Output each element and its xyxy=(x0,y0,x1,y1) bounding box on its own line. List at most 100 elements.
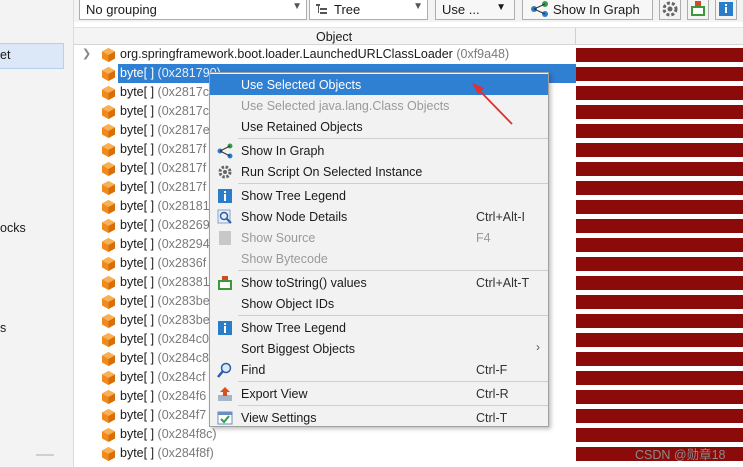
row-address: (0x283be xyxy=(157,294,210,308)
chevron-right-icon[interactable]: ❯ xyxy=(82,47,91,60)
row-label: byte[ ] (0x281790) xyxy=(120,66,221,80)
menu-item-show-object-ids[interactable]: Show Object IDs xyxy=(210,293,548,314)
view-mode-select[interactable]: Tree ▼ xyxy=(309,0,428,20)
row-address: (0x28181 xyxy=(157,199,210,213)
menu-item-show-tostring[interactable]: Show toString() values Ctrl+Alt-T xyxy=(210,272,548,293)
object-cube-icon xyxy=(102,352,115,366)
sidebar-item[interactable]: ocks xyxy=(0,221,26,235)
menu-item-label: Show Bytecode xyxy=(241,252,328,266)
column-separator[interactable] xyxy=(575,28,576,45)
menu-item-use-selected-objects[interactable]: Use Selected Objects xyxy=(210,74,548,95)
row-label: byte[ ] (0x284c0 xyxy=(120,332,209,346)
object-cube-icon xyxy=(102,67,115,81)
menu-item-label: Show Tree Legend xyxy=(241,321,346,335)
show-in-graph-button[interactable]: Show In Graph xyxy=(522,0,653,20)
info-icon[interactable] xyxy=(715,0,737,20)
use-button-label: Use ... xyxy=(442,2,480,17)
row-class-name: byte[ ] xyxy=(120,294,155,308)
row-label: byte[ ] (0x2836f xyxy=(120,256,206,270)
sidebar-item[interactable]: s xyxy=(0,321,6,335)
menu-item-label: Export View xyxy=(241,387,308,401)
row-address: (0x2836f xyxy=(157,256,207,270)
menu-item-show-in-graph[interactable]: Show In Graph xyxy=(210,140,548,161)
sidebar-item-label: s xyxy=(0,321,7,335)
row-address: (0xf9a48) xyxy=(456,47,510,61)
menu-item-show-bytecode[interactable]: Show Bytecode xyxy=(210,248,548,269)
settings-gear-icon[interactable] xyxy=(659,0,681,20)
menu-item-shortcut: Ctrl-T xyxy=(476,411,508,425)
column-header-object[interactable]: Object xyxy=(316,30,352,44)
object-cube-icon xyxy=(102,390,115,404)
menu-item-show-tree-legend-2[interactable]: Show Tree Legend xyxy=(210,317,548,338)
chevron-right-icon: › xyxy=(536,340,540,354)
object-cube-icon xyxy=(102,219,115,233)
row-address: (0x284f6 xyxy=(157,389,207,403)
size-bar xyxy=(576,333,743,347)
sidebar-item-selected[interactable]: et xyxy=(0,43,64,69)
find-icon xyxy=(217,362,232,378)
menu-item-show-tree-legend[interactable]: Show Tree Legend xyxy=(210,185,548,206)
object-cube-icon xyxy=(102,257,115,271)
menu-item-label: Use Retained Objects xyxy=(241,120,363,134)
tree-icon xyxy=(316,3,328,15)
object-cube-icon xyxy=(102,143,115,157)
menu-item-use-retained-objects[interactable]: Use Retained Objects xyxy=(210,116,548,137)
row-label: byte[ ] (0x2817c xyxy=(120,104,209,118)
toolbar: No grouping ▼ Tree ▼ Use ... ▼ Show In G… xyxy=(74,0,743,22)
menu-item-show-source[interactable]: Show Source F4 xyxy=(210,227,548,248)
row-label: byte[ ] (0x2817f xyxy=(120,180,206,194)
menu-item-label: Show In Graph xyxy=(241,144,325,158)
tostring-icon xyxy=(218,276,232,290)
row-address: (0x28294 xyxy=(157,237,210,251)
row-class-name: byte[ ] xyxy=(120,218,155,232)
row-label: byte[ ] (0x283be xyxy=(120,294,210,308)
size-bar xyxy=(576,295,743,309)
menu-item-label: Show Source xyxy=(241,231,316,245)
size-bar xyxy=(576,390,743,404)
row-label: byte[ ] (0x28294 xyxy=(120,237,210,251)
sidebar-item-label: ocks xyxy=(0,221,26,235)
menu-item-use-selected-class-objects[interactable]: Use Selected java.lang.Class Objects xyxy=(210,95,548,116)
menu-item-view-settings[interactable]: View Settings Ctrl-T xyxy=(210,407,548,428)
size-bar xyxy=(576,124,743,138)
menu-item-sort-biggest-objects[interactable]: Sort Biggest Objects › xyxy=(210,338,548,359)
row-address: (0x283be xyxy=(157,313,210,327)
row-address: (0x28381 xyxy=(157,275,210,289)
show-in-graph-label: Show In Graph xyxy=(553,2,640,17)
menu-item-label: Find xyxy=(241,363,266,377)
row-class-name: byte[ ] xyxy=(120,275,155,289)
row-label: byte[ ] (0x2817f xyxy=(120,142,206,156)
row-label: byte[ ] (0x28381 xyxy=(120,275,210,289)
menu-item-export-view[interactable]: Export View Ctrl-R xyxy=(210,383,548,404)
menu-separator xyxy=(238,138,548,139)
row-label: byte[ ] (0x284c8 xyxy=(120,351,209,365)
row-class-name: byte[ ] xyxy=(120,256,155,270)
menu-item-shortcut: F4 xyxy=(476,231,491,245)
menu-item-show-node-details[interactable]: Show Node Details Ctrl+Alt-I xyxy=(210,206,548,227)
row-address: (0x284c0 xyxy=(157,332,209,346)
grouping-select-value: No grouping xyxy=(86,2,157,17)
menu-item-label: Use Selected Objects xyxy=(241,78,362,92)
object-cube-icon xyxy=(102,162,115,176)
row-label: byte[ ] (0x2817e xyxy=(120,123,210,137)
menu-separator xyxy=(238,405,548,406)
size-bar xyxy=(576,409,743,423)
export-icon xyxy=(218,387,232,401)
menu-item-find[interactable]: Find Ctrl-F xyxy=(210,359,548,380)
export-icon[interactable] xyxy=(687,0,709,20)
row-address: (0x284f7 xyxy=(157,408,207,422)
size-bar xyxy=(576,276,743,290)
object-cube-icon xyxy=(102,86,115,100)
use-button[interactable]: Use ... ▼ xyxy=(435,0,515,20)
row-class-name: byte[ ] xyxy=(120,446,155,460)
menu-item-label: Show Object IDs xyxy=(241,297,335,311)
grouping-select[interactable]: No grouping ▼ xyxy=(79,0,307,20)
menu-item-run-script[interactable]: Run Script On Selected Instance xyxy=(210,161,548,182)
table-row-root[interactable]: ❯ org.springframework.boot.loader.Launch… xyxy=(74,45,743,64)
size-bar xyxy=(576,105,743,119)
chevron-down-icon: ▼ xyxy=(292,1,302,12)
row-address: (0x2817c xyxy=(157,85,209,99)
chevron-down-icon: ▼ xyxy=(496,2,506,13)
heap-walker-window: et ocks s No grouping ▼ Tree ▼ Use ... ▼… xyxy=(0,0,743,467)
view-mode-value: Tree xyxy=(334,2,361,17)
